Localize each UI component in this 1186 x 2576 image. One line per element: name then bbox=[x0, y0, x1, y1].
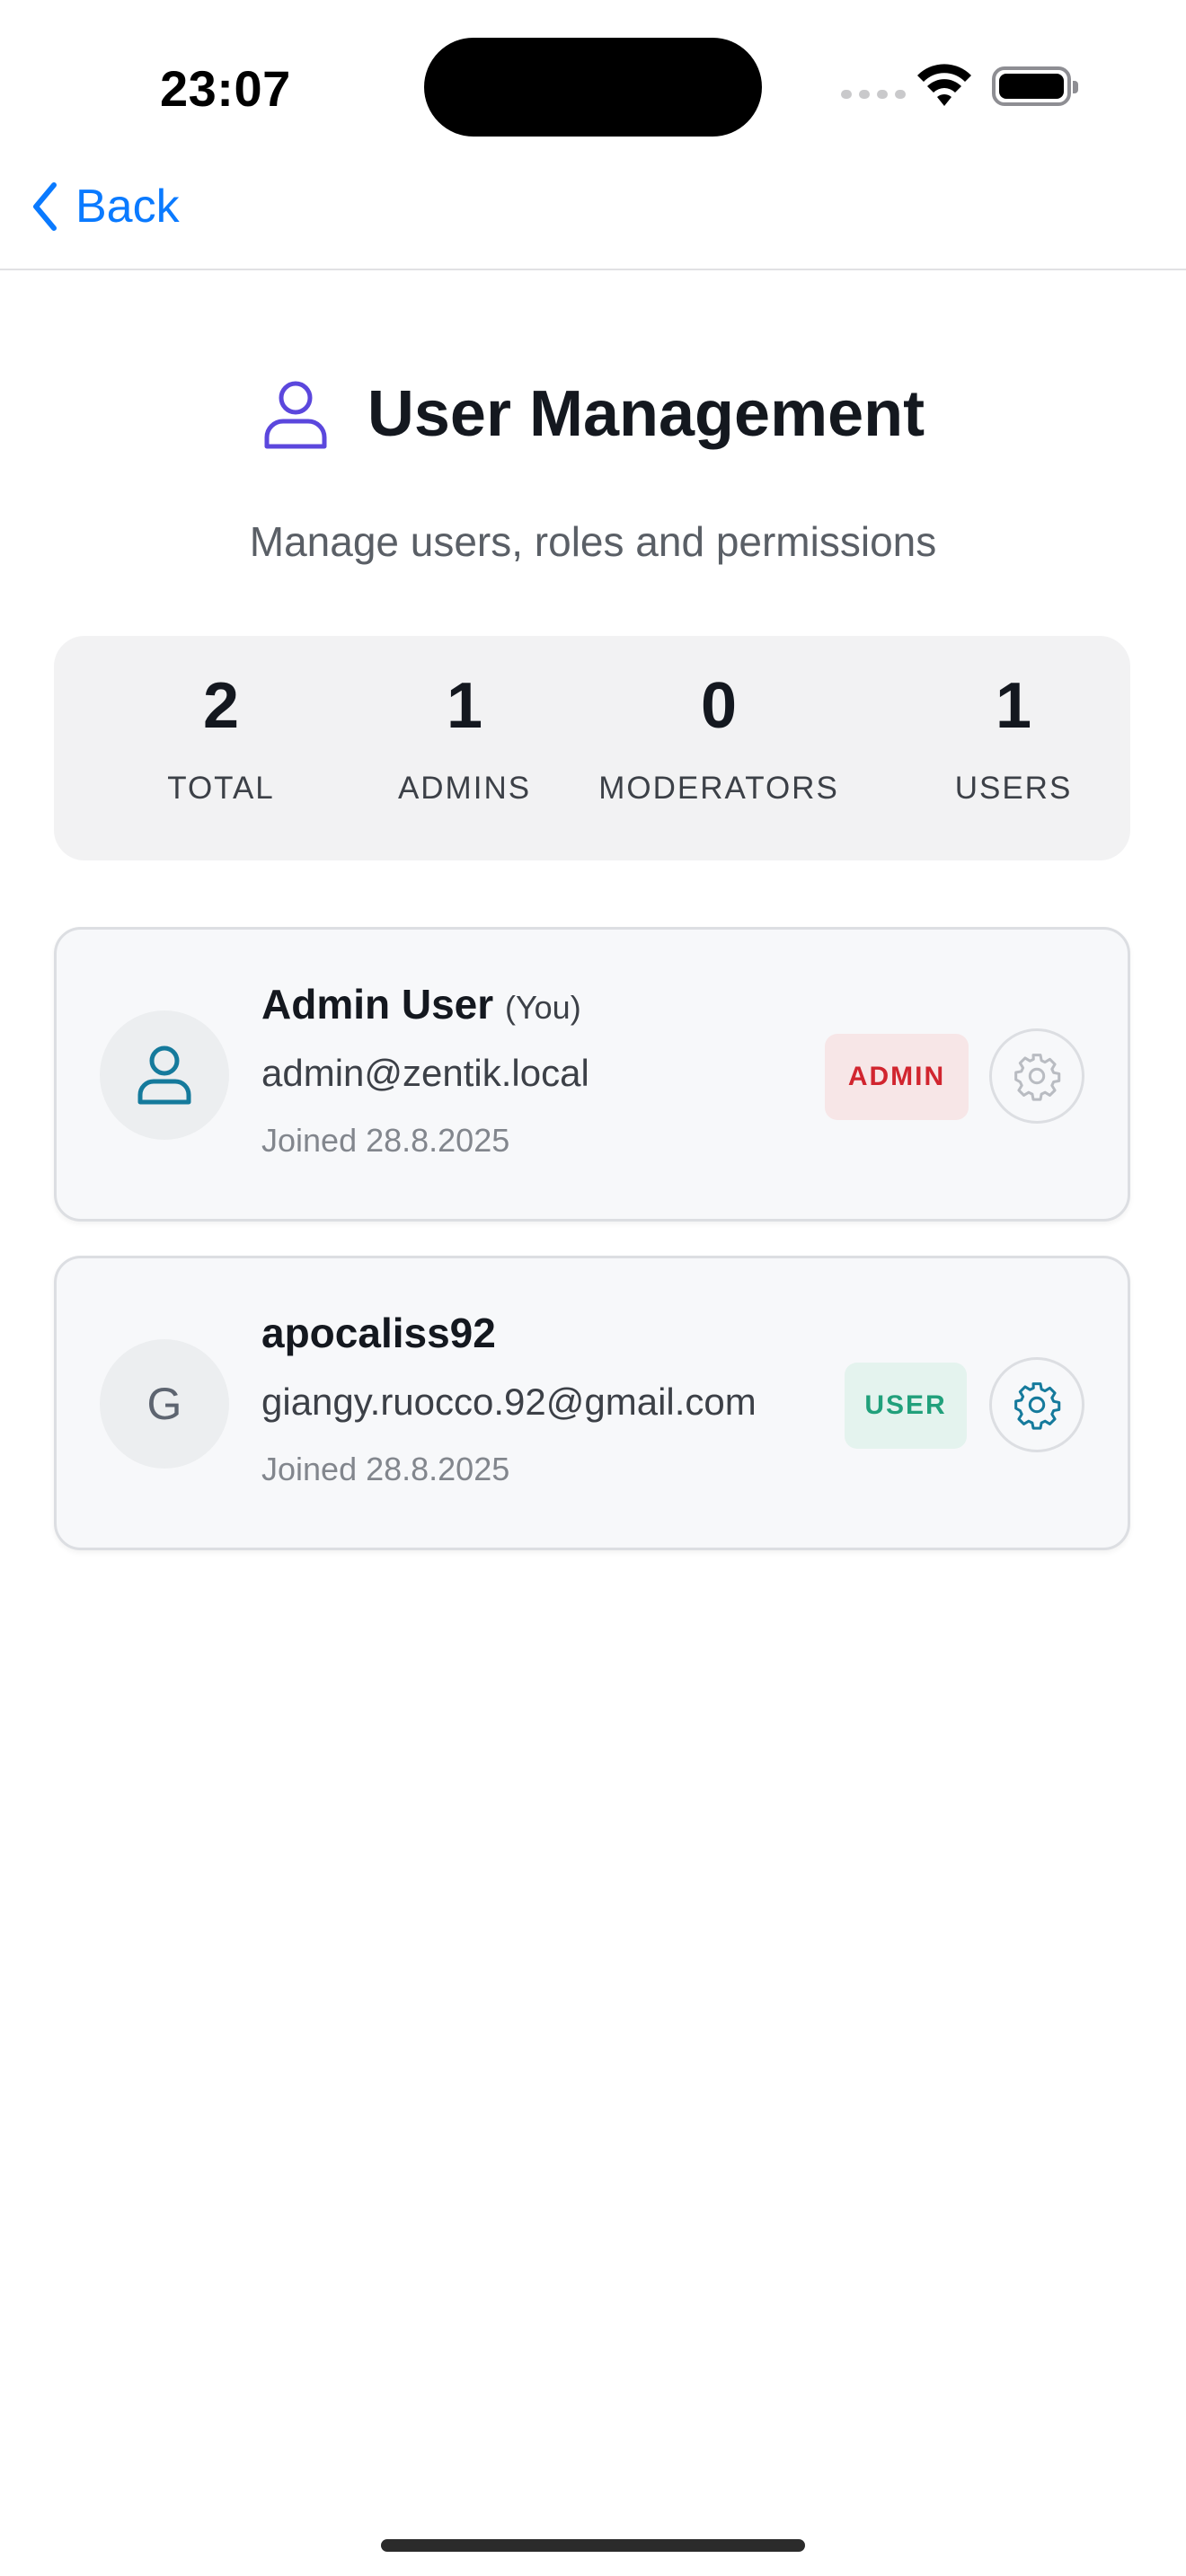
gear-icon bbox=[1014, 1054, 1061, 1101]
avatar bbox=[100, 1010, 229, 1140]
user-card[interactable]: Admin User (You) admin@zentik.local Join… bbox=[54, 927, 1130, 1222]
user-name-row: Admin User (You) bbox=[261, 980, 581, 1028]
battery-icon bbox=[992, 66, 1078, 106]
user-name: apocaliss92 bbox=[261, 1310, 496, 1356]
user-email: giangy.ruocco.92@gmail.com bbox=[261, 1381, 757, 1423]
user-name: Admin User bbox=[261, 981, 494, 1028]
you-tag: (You) bbox=[504, 989, 581, 1026]
user-email: admin@zentik.local bbox=[261, 1052, 589, 1094]
stat-users: 1 USERS bbox=[879, 674, 1148, 807]
wifi-icon bbox=[917, 64, 971, 106]
role-badge-admin: ADMIN bbox=[825, 1034, 969, 1120]
user-joined-date: Joined 28.8.2025 bbox=[261, 1122, 510, 1159]
stat-label: MODERATORS bbox=[598, 771, 839, 806]
stat-value: 0 bbox=[700, 670, 738, 742]
user-icon bbox=[264, 381, 327, 449]
nav-divider bbox=[0, 269, 1186, 270]
stat-moderators: 0 MODERATORS bbox=[584, 674, 854, 807]
stat-value: 1 bbox=[446, 670, 483, 742]
chevron-left-icon bbox=[33, 182, 57, 231]
user-joined-date: Joined 28.8.2025 bbox=[261, 1451, 510, 1487]
person-icon bbox=[137, 1045, 191, 1105]
avatar-letter: G bbox=[146, 1379, 182, 1429]
user-settings-button[interactable] bbox=[989, 1357, 1084, 1452]
stats-panel: 2 TOTAL 1 ADMINS 0 MODERATORS 1 USERS bbox=[54, 636, 1130, 860]
avatar: G bbox=[100, 1339, 229, 1469]
stat-total: 2 TOTAL bbox=[86, 674, 356, 807]
stat-label: TOTAL bbox=[167, 771, 275, 806]
user-card[interactable]: G apocaliss92 giangy.ruocco.92@gmail.com… bbox=[54, 1256, 1130, 1550]
stat-label: ADMINS bbox=[397, 771, 532, 806]
back-label: Back bbox=[75, 181, 180, 233]
dynamic-island bbox=[424, 38, 762, 137]
page-subtitle: Manage users, roles and permissions bbox=[249, 518, 937, 565]
page-header: User Management bbox=[0, 377, 1186, 451]
role-badge-user: USER bbox=[845, 1363, 967, 1449]
stat-value: 1 bbox=[995, 670, 1032, 742]
home-indicator bbox=[381, 2539, 805, 2552]
back-button[interactable]: Back bbox=[31, 180, 180, 234]
stat-label: USERS bbox=[954, 771, 1073, 806]
stat-value: 2 bbox=[202, 670, 240, 742]
stat-admins: 1 ADMINS bbox=[330, 674, 599, 807]
status-time: 23:07 bbox=[160, 60, 291, 117]
gear-icon bbox=[1014, 1382, 1061, 1430]
cellular-signal-icon bbox=[841, 90, 906, 99]
page-title: User Management bbox=[367, 378, 925, 450]
user-settings-button[interactable] bbox=[989, 1028, 1084, 1124]
